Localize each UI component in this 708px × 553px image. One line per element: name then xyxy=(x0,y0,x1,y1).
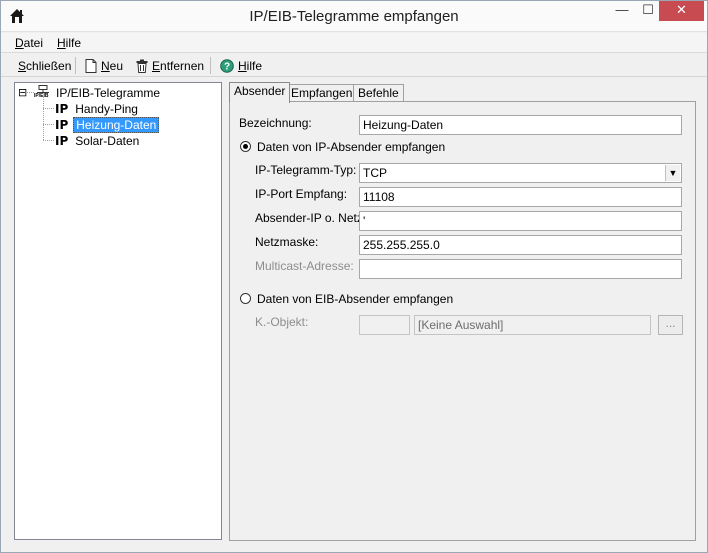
netzmaske-label: Netzmaske: xyxy=(255,235,319,249)
collapse-icon[interactable]: ⊟ xyxy=(18,86,30,99)
tree-item-label: Solar-Daten xyxy=(75,133,140,148)
absender-ip-input[interactable]: ' xyxy=(359,211,682,231)
window-title: IP/EIB-Telegramme empfangen xyxy=(249,8,459,25)
minimize-button[interactable]: — xyxy=(609,1,635,21)
close-button[interactable]: Schließen xyxy=(18,58,71,74)
tree-item-solar-daten[interactable]: IP Solar-Daten xyxy=(55,133,141,148)
typ-select-value: TCP xyxy=(363,166,387,180)
trash-icon xyxy=(136,59,148,73)
multicast-label: Multicast-Adresse: xyxy=(255,259,354,273)
maximize-button[interactable]: ☐ xyxy=(635,1,661,21)
typ-select[interactable]: TCP ▼ xyxy=(359,163,682,183)
chevron-down-icon[interactable]: ▼ xyxy=(665,165,680,181)
port-label: IP-Port Empfang: xyxy=(255,187,348,201)
title-bar[interactable]: IP/EIB-Telegramme empfangen — ☐ ✕ xyxy=(1,1,707,32)
close-window-button[interactable]: ✕ xyxy=(659,1,704,21)
menu-bar: Datei Hilfe xyxy=(1,33,707,53)
ip-sender-radio-label[interactable]: Daten von IP-Absender empfangen xyxy=(257,140,445,154)
toolbar-separator xyxy=(210,57,211,74)
kobjekt-browse-button[interactable]: ... xyxy=(658,315,683,335)
menu-hilfe[interactable]: Hilfe xyxy=(57,36,81,50)
menu-datei[interactable]: Datei xyxy=(15,36,43,50)
tree-item-label-selected: Heizung-Daten xyxy=(73,116,160,133)
absender-panel: Bezeichnung: Heizung-Daten Daten von IP-… xyxy=(229,101,696,541)
new-button[interactable]: Neu xyxy=(85,58,123,74)
remove-button[interactable]: Entfernen xyxy=(136,58,204,74)
tree-root[interactable]: ⊟ IP/EIB IP/EIB-Telegramme xyxy=(18,85,162,100)
typ-label: IP-Telegramm-Typ: xyxy=(255,163,357,177)
bezeichnung-input[interactable]: Heizung-Daten xyxy=(359,115,682,135)
svg-text:?: ? xyxy=(224,62,230,73)
netzmaske-input[interactable]: 255.255.255.0 xyxy=(359,235,682,255)
tree-item-handy-ping[interactable]: IP Handy-Ping xyxy=(55,101,140,116)
tab-empfangen[interactable]: Empfangen xyxy=(286,84,358,102)
bezeichnung-label: Bezeichnung: xyxy=(239,116,312,130)
new-document-icon xyxy=(85,59,97,73)
toolbar-separator xyxy=(75,57,76,74)
tree-item-heizung-daten[interactable]: IP Heizung-Daten xyxy=(55,116,160,133)
tree-root-icon: IP/EIB xyxy=(34,85,54,100)
kobjekt-label: K.-Objekt: xyxy=(255,315,309,329)
ip-icon: IP xyxy=(55,133,69,148)
toolbar: Schließen Neu Entfernen ? Hilfe xyxy=(1,54,707,77)
tree-item-label: Handy-Ping xyxy=(75,101,138,116)
ip-icon: IP xyxy=(55,101,69,116)
ip-icon: IP xyxy=(55,117,69,132)
kobjekt-input[interactable] xyxy=(359,315,410,335)
multicast-input[interactable] xyxy=(359,259,682,279)
eib-sender-radio[interactable] xyxy=(240,293,251,304)
tree-root-label: IP/EIB-Telegramme xyxy=(56,85,161,100)
ip-sender-radio[interactable] xyxy=(240,141,251,152)
telegram-tree[interactable]: ⊟ IP/EIB IP/EIB-Telegramme IP Handy-Ping… xyxy=(14,82,222,540)
tab-absender[interactable]: Absender xyxy=(229,82,291,103)
main-window: IP/EIB-Telegramme empfangen — ☐ ✕ Datei … xyxy=(0,0,708,553)
kobjekt-selection: [Keine Auswahl] xyxy=(414,315,651,335)
help-icon: ? xyxy=(220,59,234,73)
help-button[interactable]: ? Hilfe xyxy=(220,58,262,74)
absender-ip-label: Absender-IP o. Netz: xyxy=(255,211,367,225)
tab-befehle[interactable]: Befehle xyxy=(353,84,404,102)
eib-sender-radio-label[interactable]: Daten von EIB-Absender empfangen xyxy=(257,292,453,306)
port-input[interactable]: 11108 xyxy=(359,187,682,207)
